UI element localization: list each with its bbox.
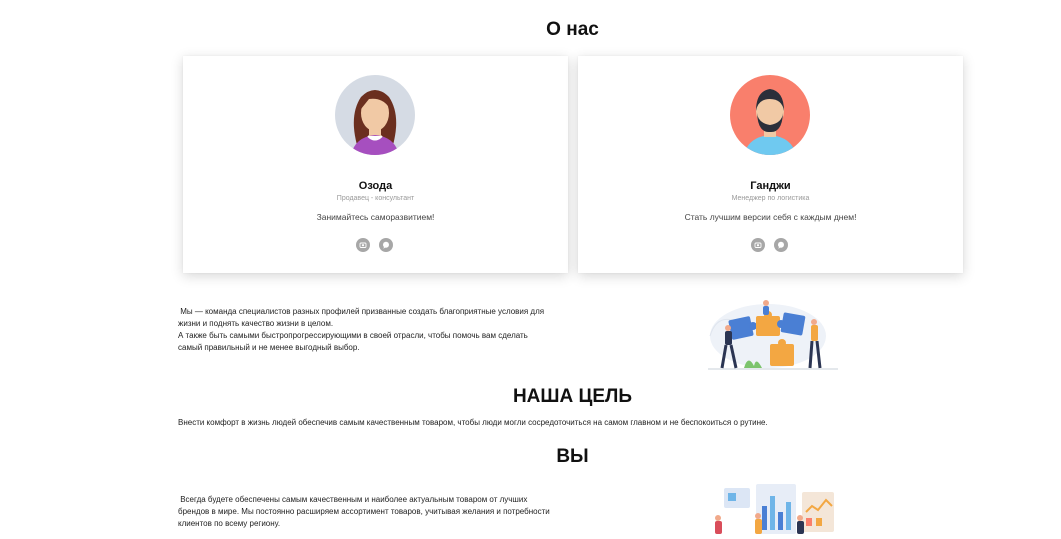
avatar-male <box>730 75 810 155</box>
team-card-ozoda: Озода Продавец - консультант Занимайтесь… <box>183 56 568 273</box>
analytics-dashboard-illustration <box>708 484 840 539</box>
about-title: О нас <box>546 19 599 40</box>
paragraph-line: Всегда будете обеспечены самым качествен… <box>178 495 528 504</box>
paragraph-line: клиентов по всему региону. <box>178 519 281 528</box>
about-paragraph: Мы — команда специалистов разных профиле… <box>178 306 578 354</box>
member-motto: Занимайтесь саморазвитием! <box>316 212 435 222</box>
teamwork-puzzle-illustration <box>706 296 842 379</box>
paragraph-line: брендов в мире. Мы постоянно расширяем а… <box>178 507 550 516</box>
paragraph-line: самый правильный и не менее выгодный выб… <box>178 343 360 352</box>
goal-title: НАША ЦЕЛЬ <box>512 386 633 407</box>
you-title: ВЫ <box>556 446 589 467</box>
member-motto: Стать лучшим версии себя с каждым днем! <box>684 212 857 222</box>
avatar-female <box>335 75 415 155</box>
camera-icon[interactable] <box>751 238 765 252</box>
paragraph-line: А также быть самыми быстропрогрессирующи… <box>178 331 528 340</box>
you-paragraph: Всегда будете обеспечены самым качествен… <box>178 494 578 530</box>
member-role: Продавец - консультант <box>336 195 415 202</box>
paragraph-line: Мы — команда специалистов разных профиле… <box>178 307 545 316</box>
chat-icon[interactable] <box>379 238 393 252</box>
member-role: Менеджер по логистика <box>731 195 810 202</box>
paragraph-line: жизни и поднять качество жизни в целом. <box>178 319 334 328</box>
chat-icon[interactable] <box>774 238 788 252</box>
team-card-gandzhi: Ганджи Менеджер по логистика Стать лучши… <box>578 56 963 273</box>
camera-icon[interactable] <box>356 238 370 252</box>
member-name: Озода <box>358 180 393 192</box>
goal-text: Внести комфорт в жизнь людей обеспечив с… <box>178 418 768 427</box>
member-name: Ганджи <box>750 180 791 192</box>
